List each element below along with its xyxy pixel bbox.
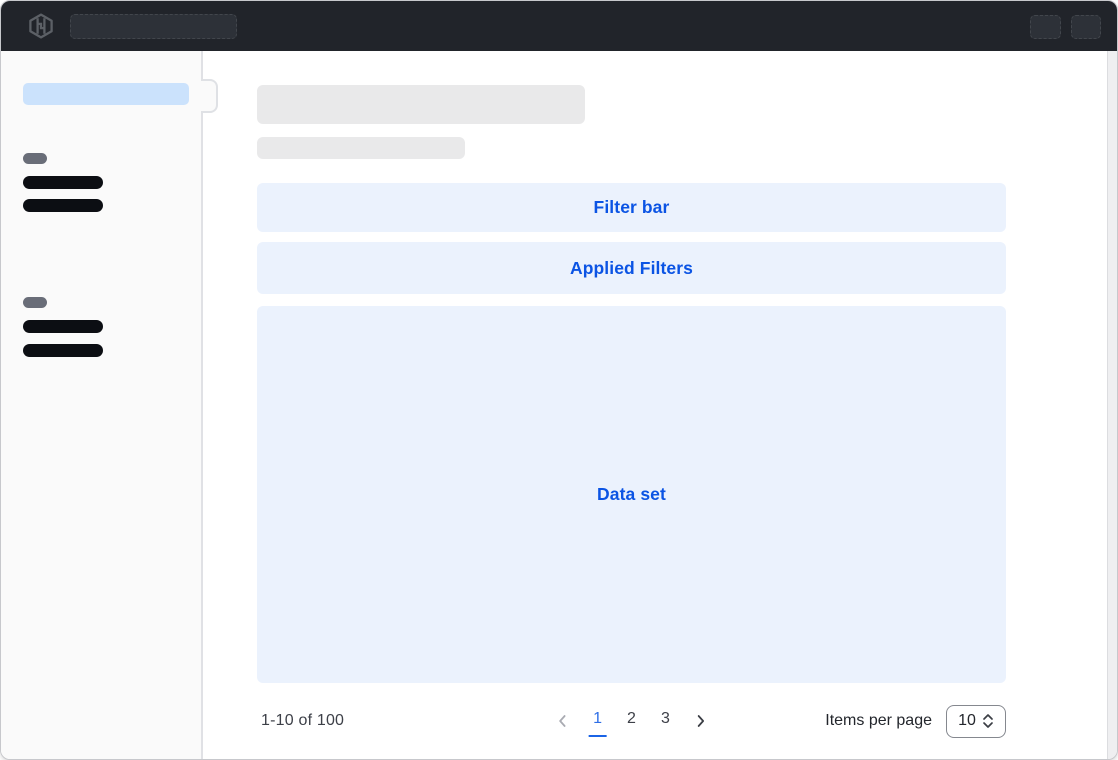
pagination-bar: 1-10 of 100 1 2 3 Items per page 10 — [257, 701, 1006, 741]
sidenav-toggle-handle[interactable] — [201, 79, 218, 113]
pagination-range-label: 1-10 of 100 — [261, 712, 344, 730]
search-input-skeleton[interactable] — [70, 14, 237, 39]
hashicorp-logo-icon[interactable] — [28, 13, 54, 39]
page-button-3[interactable]: 3 — [656, 705, 675, 737]
page-size-select[interactable]: 10 — [946, 705, 1006, 738]
items-per-page-group: Items per page 10 — [825, 705, 1006, 738]
applied-filters-label: Applied Filters — [570, 258, 693, 279]
page-title-skeleton — [257, 85, 585, 124]
filter-bar-region: Filter bar — [257, 183, 1006, 232]
applied-filters-region: Applied Filters — [257, 242, 1006, 294]
chevron-right-icon[interactable] — [690, 714, 712, 728]
page-button-2[interactable]: 2 — [622, 705, 641, 737]
sidenav-selected-item-skeleton[interactable] — [23, 83, 189, 105]
sidenav-link-skeleton[interactable] — [23, 199, 103, 212]
sidenav-link-skeleton[interactable] — [23, 344, 103, 357]
top-nav-bar — [1, 1, 1117, 51]
chevron-left-icon[interactable] — [551, 714, 573, 728]
sidenav-link-skeleton[interactable] — [23, 320, 103, 333]
sidenav-section-label-skeleton — [23, 153, 47, 164]
sidenav-section-label-skeleton — [23, 297, 47, 308]
pager-controls: 1 2 3 — [551, 705, 712, 737]
items-per-page-label: Items per page — [825, 712, 932, 730]
page-button-1[interactable]: 1 — [588, 705, 607, 737]
chevron-up-down-icon — [982, 713, 994, 729]
page-subtitle-skeleton — [257, 137, 465, 159]
sidenav-link-skeleton[interactable] — [23, 176, 103, 189]
topbar-action-skeleton-1[interactable] — [1030, 15, 1061, 39]
data-set-label: Data set — [597, 484, 666, 505]
scrollbar-track[interactable] — [1107, 51, 1117, 759]
side-nav — [1, 51, 203, 759]
data-set-region: Data set — [257, 306, 1006, 683]
app-window: Filter bar Applied Filters Data set 1-10… — [0, 0, 1118, 760]
page-size-value: 10 — [958, 712, 976, 730]
topbar-action-skeleton-2[interactable] — [1071, 15, 1101, 39]
filter-bar-label: Filter bar — [594, 197, 670, 218]
main-content: Filter bar Applied Filters Data set 1-10… — [203, 51, 1107, 759]
